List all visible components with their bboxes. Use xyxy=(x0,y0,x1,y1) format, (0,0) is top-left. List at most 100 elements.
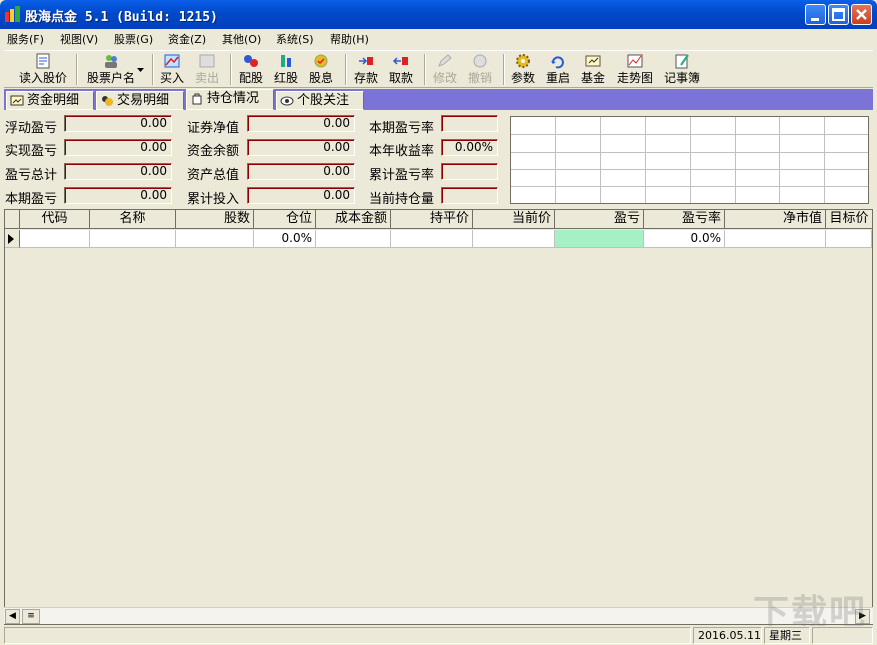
fund-details-icon xyxy=(10,95,24,106)
read-price-label: 读入股价 xyxy=(18,71,67,85)
scroll-left-button[interactable]: ◀ xyxy=(5,609,20,624)
column-header-current-price[interactable]: 当前价 xyxy=(473,210,555,229)
horizontal-scrollbar[interactable]: ◀ ≡ ▶ xyxy=(4,607,873,624)
edit-icon xyxy=(438,54,452,67)
toolbar-separator xyxy=(345,54,347,85)
cell-cost[interactable] xyxy=(316,230,391,248)
minimize-button[interactable] xyxy=(805,4,826,25)
params-button[interactable]: 参数 xyxy=(508,53,538,87)
scroll-thumb[interactable]: ≡ xyxy=(22,609,40,624)
undo-icon xyxy=(473,54,487,68)
buy-button[interactable]: 买入 xyxy=(157,53,187,87)
restart-label: 重启 xyxy=(545,71,570,85)
period-pl-field: 0.00 xyxy=(64,187,172,204)
column-header-pl-rate[interactable]: 盈亏率 xyxy=(644,210,725,229)
status-message xyxy=(4,627,691,644)
total-assets-field: 0.00 xyxy=(247,163,355,180)
undo-button[interactable]: 撤销 xyxy=(465,53,495,87)
modify-button[interactable]: 修改 xyxy=(430,53,460,87)
stock-account-button[interactable]: 股票户名 xyxy=(81,53,141,87)
holdings-table[interactable]: 代码 名称 股数 仓位 成本金额 持平价 当前价 盈亏 盈亏率 净市值 目标价 … xyxy=(4,209,873,625)
total-pl-label: 盈亏总计 xyxy=(5,168,58,183)
cell-net-value[interactable] xyxy=(725,230,826,248)
dividend-button[interactable]: 股息 xyxy=(306,53,336,87)
column-header-breakeven[interactable]: 持平价 xyxy=(391,210,473,229)
row-selector[interactable] xyxy=(5,230,20,248)
notebook-button[interactable]: 记事簿 xyxy=(660,53,704,87)
menu-stock[interactable]: 股票(G) xyxy=(114,31,153,47)
cell-name[interactable] xyxy=(90,230,176,248)
trade-details-icon xyxy=(102,96,113,106)
restart-icon xyxy=(551,56,564,69)
allot-icon xyxy=(244,55,258,67)
title-bar[interactable]: 股海点金 5.1 (Build: 1215) xyxy=(0,0,877,29)
period-pl-rate-label: 本期盈亏率 xyxy=(369,121,435,136)
sell-button[interactable]: 卖出 xyxy=(192,53,222,87)
column-header-target[interactable]: 目标价 xyxy=(826,210,872,229)
menu-view[interactable]: 视图(V) xyxy=(60,31,98,47)
notebook-icon xyxy=(675,54,689,69)
tab-trade-details[interactable]: 交易明细 xyxy=(96,91,184,110)
fund-icon xyxy=(585,55,601,67)
cell-current-price[interactable] xyxy=(473,230,555,248)
column-header-name[interactable]: 名称 xyxy=(90,210,176,229)
current-position-field xyxy=(441,187,498,204)
toolbar-separator xyxy=(230,54,232,85)
current-position-label: 当前持仓量 xyxy=(369,192,435,207)
cash-balance-field: 0.00 xyxy=(247,139,355,156)
cell-target[interactable] xyxy=(826,230,872,248)
close-button[interactable] xyxy=(851,4,872,25)
restart-button[interactable]: 重启 xyxy=(543,53,573,87)
column-header-position[interactable]: 仓位 xyxy=(254,210,316,229)
allot-button[interactable]: 配股 xyxy=(236,53,266,87)
toolbar: 读入股价 股票户名 买入 卖出 配股 红股 股息 存款 取款 修改 撤销 参数 … xyxy=(4,50,873,88)
cell-position[interactable]: 0.0% xyxy=(254,230,316,248)
withdraw-button[interactable]: 取款 xyxy=(386,53,416,87)
period-pl-label: 本期盈亏 xyxy=(5,192,58,207)
column-header-pl[interactable]: 盈亏 xyxy=(555,210,644,229)
column-header-code[interactable]: 代码 xyxy=(20,210,90,229)
tab-fund-details[interactable]: 资金明细 xyxy=(6,91,94,110)
cash-balance-label: 资金余额 xyxy=(187,144,240,159)
toolbar-separator xyxy=(424,54,426,85)
tab-watchlist-label: 个股关注 xyxy=(297,93,350,108)
cell-breakeven[interactable] xyxy=(391,230,473,248)
cell-shares[interactable] xyxy=(176,230,254,248)
column-header-shares[interactable]: 股数 xyxy=(176,210,254,229)
column-header-net-value[interactable]: 净市值 xyxy=(725,210,826,229)
securities-nav-label: 证券净值 xyxy=(187,121,240,136)
menu-system[interactable]: 系统(S) xyxy=(276,31,314,47)
maximize-button[interactable] xyxy=(828,4,849,25)
cell-code[interactable] xyxy=(20,230,90,248)
floating-pl-label: 浮动盈亏 xyxy=(5,121,58,136)
total-invest-field: 0.00 xyxy=(247,187,355,204)
cell-pl[interactable] xyxy=(555,230,644,248)
maximize-icon xyxy=(832,8,845,21)
dividend-label: 股息 xyxy=(308,71,333,85)
menu-service[interactable]: 服务(F) xyxy=(7,31,44,47)
bonus-share-button[interactable]: 红股 xyxy=(271,53,301,87)
chart-icon xyxy=(627,54,643,68)
floating-pl-field: 0.00 xyxy=(64,115,172,132)
params-label: 参数 xyxy=(510,71,535,85)
tab-holdings[interactable]: 持仓情况 xyxy=(186,89,274,110)
row-pointer-icon xyxy=(8,234,14,244)
menu-other[interactable]: 其他(O) xyxy=(222,31,261,47)
window-title: 股海点金 5.1 (Build: 1215) xyxy=(25,10,218,25)
deposit-button[interactable]: 存款 xyxy=(351,53,381,87)
chevron-down-icon[interactable] xyxy=(137,68,145,74)
column-header-cost[interactable]: 成本金额 xyxy=(316,210,391,229)
menu-funds[interactable]: 资金(Z) xyxy=(168,31,206,47)
status-bar: 2016.05.11 星期三 xyxy=(0,626,877,645)
read-price-button[interactable]: 读入股价 xyxy=(15,53,71,87)
sell-label: 卖出 xyxy=(194,71,219,85)
menu-help[interactable]: 帮助(H) xyxy=(330,31,369,47)
cell-pl-rate[interactable]: 0.0% xyxy=(644,230,725,248)
tab-watchlist[interactable]: 个股关注 xyxy=(276,91,364,110)
trend-chart-button[interactable]: 走势图 xyxy=(613,53,657,87)
close-icon xyxy=(856,9,867,20)
stock-account-label: 股票户名 xyxy=(86,71,135,85)
tab-holdings-label: 持仓情况 xyxy=(207,91,260,106)
year-return-label: 本年收益率 xyxy=(369,144,435,159)
fund-button[interactable]: 基金 xyxy=(578,53,608,87)
